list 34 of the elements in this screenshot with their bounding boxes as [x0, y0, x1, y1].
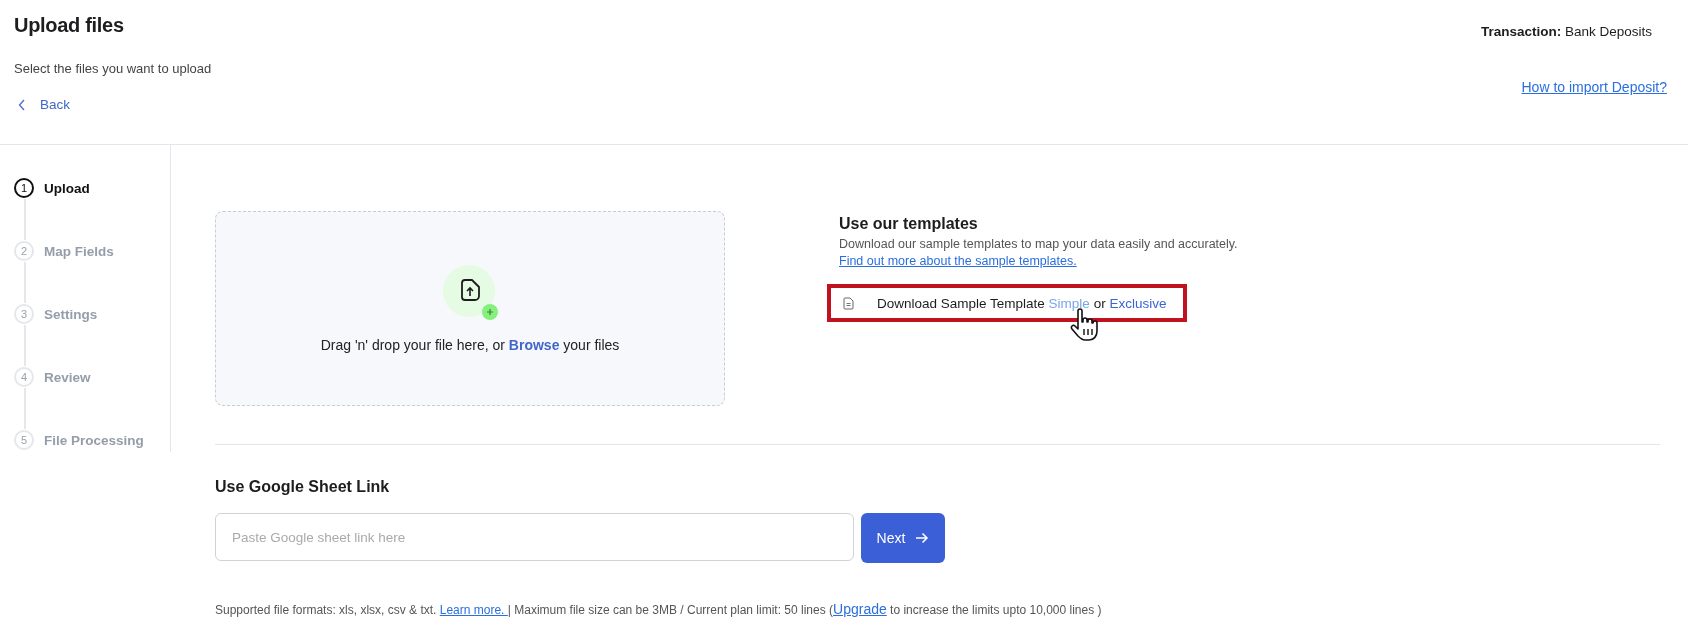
- download-template-text: Download Sample Template Simple or Exclusive: [877, 296, 1167, 311]
- page-subtitle: Select the files you want to upload: [14, 61, 212, 76]
- file-dropzone[interactable]: Drag 'n' drop your file here, or Browse your files: [215, 211, 725, 406]
- step-number: 4: [14, 367, 34, 387]
- step-label[interactable]: Review: [44, 369, 91, 385]
- step-label[interactable]: Settings: [44, 306, 98, 322]
- step-number: 3: [14, 304, 34, 324]
- arrow-right-icon: [915, 532, 930, 544]
- learn-more-link[interactable]: Learn more.: [439, 603, 508, 617]
- document-icon: [843, 297, 854, 310]
- dropzone-instructions: Drag 'n' drop your file here, or Browse your files: [320, 336, 620, 353]
- step-label[interactable]: File Processing: [44, 432, 144, 448]
- file-limits-note: Supported file formats: xls, xlsx, csv & txt. Learn more. | Maximum file size can be 3MB / Current plan limit: 50 lines (Upgrade to increase the limits upto 10,000 lines ): [215, 601, 1103, 617]
- step-number: 5: [14, 430, 34, 450]
- help-link[interactable]: How to import Deposit?: [1521, 79, 1667, 95]
- step-label[interactable]: Upload: [44, 180, 90, 196]
- transaction-info: Transaction: Bank Deposits: [1480, 24, 1652, 39]
- step-number: 2: [14, 241, 34, 261]
- chevron-left-icon: [18, 98, 26, 111]
- templates-description: Download our sample templates to map your data easily and accurately.: [839, 237, 1238, 251]
- file-upload-icon: [443, 264, 501, 323]
- upgrade-link[interactable]: Upgrade: [833, 601, 887, 617]
- sample-templates-link[interactable]: Find out more about the sample templates.: [839, 254, 1077, 268]
- browse-link[interactable]: Browse: [508, 336, 560, 353]
- template-link[interactable]: Exclusive: [1109, 296, 1167, 311]
- back-link[interactable]: Back: [18, 97, 70, 112]
- page-title: Upload files: [14, 14, 125, 37]
- google-sheet-link-field[interactable]: Paste Google sheet link here: [215, 513, 854, 561]
- templates-heading: Use our templates: [839, 215, 979, 233]
- google-sheet-heading: Use Google Sheet Link: [215, 478, 391, 496]
- step-number: 1: [14, 178, 34, 198]
- next-button[interactable]: Next: [861, 513, 945, 563]
- template-link[interactable]: Simple: [1048, 296, 1090, 311]
- step-label[interactable]: Map Fields: [44, 243, 114, 259]
